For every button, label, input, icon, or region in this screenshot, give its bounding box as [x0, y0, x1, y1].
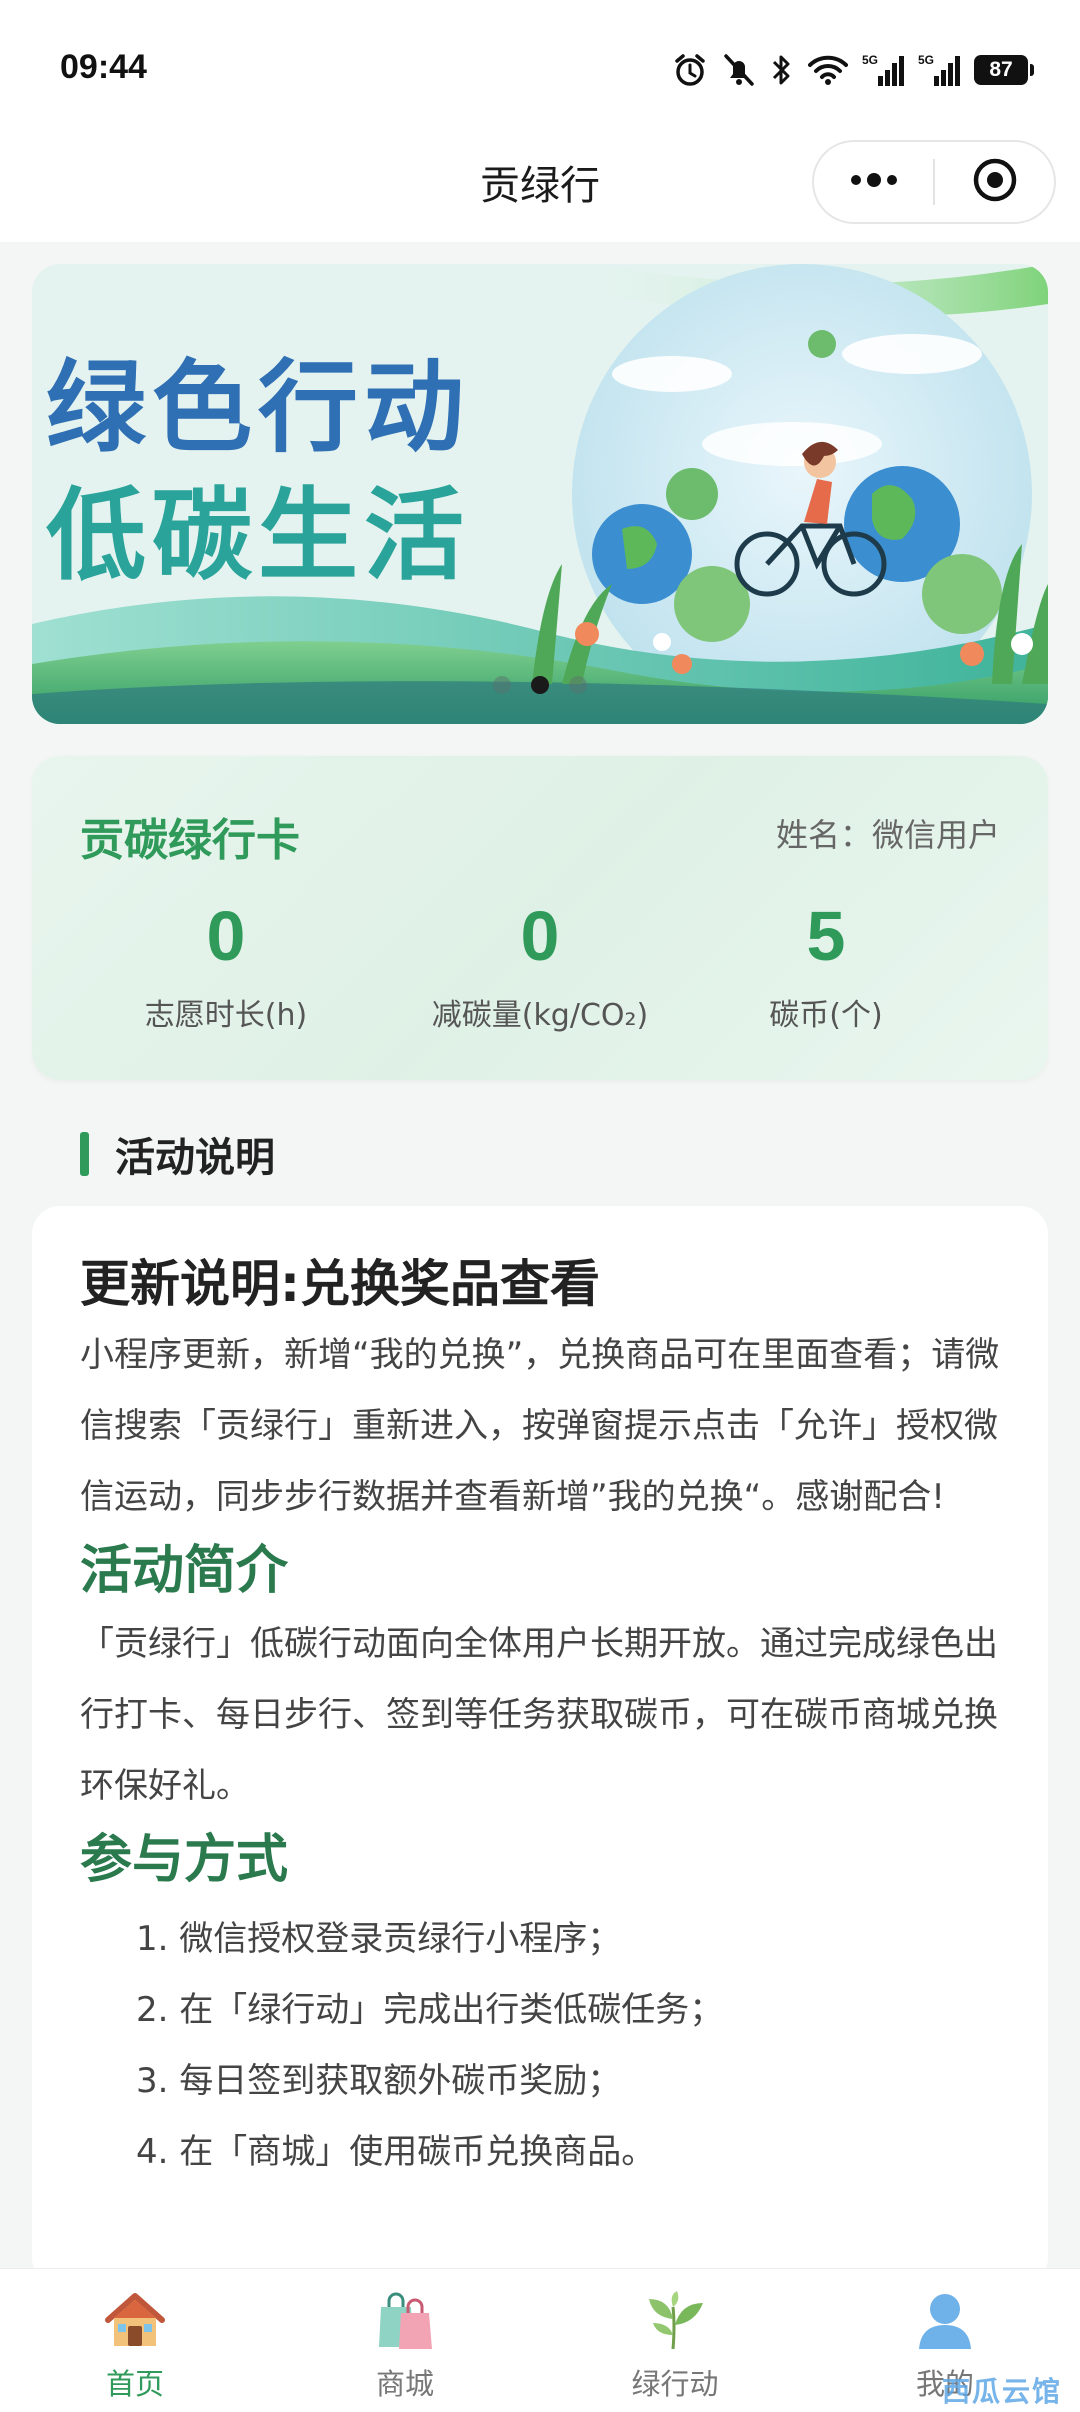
status-icons: 5G 5G 87 [672, 44, 1034, 96]
list-item: 1. 微信授权登录贡绿行小程序； [136, 1919, 622, 1959]
alarm-icon [672, 52, 708, 88]
nav-bar: 贡绿行 [0, 136, 1080, 242]
more-dots-icon [846, 170, 902, 194]
carousel-indicators [32, 676, 1048, 694]
stat-value: 0 [206, 897, 246, 975]
carousel-dot-active[interactable] [531, 676, 549, 694]
5g-signal-icon: 5G [862, 52, 904, 88]
target-circle-icon [971, 156, 1019, 208]
5g-signal-icon: 5G [918, 52, 960, 88]
status-time: 09:44 [60, 48, 147, 86]
stat-label: 碳币(个) [769, 998, 883, 1033]
update-title: 更新说明:兑换奖品查看 [80, 1255, 600, 1313]
tab-label: 商城 [375, 2367, 434, 2401]
wifi-icon [808, 54, 848, 86]
list-item: 3. 每日签到获取额外碳币奖励； [136, 2061, 622, 2101]
carousel-dot[interactable] [569, 676, 587, 694]
close-miniprogram-button[interactable] [935, 142, 1054, 222]
tab-label: 绿行动 [631, 2367, 719, 2401]
list-item: 4. 在「商城」使用碳币兑换商品。 [136, 2132, 656, 2172]
user-icon [912, 2287, 978, 2353]
more-button[interactable] [814, 142, 933, 222]
intro-title: 活动简介 [80, 1541, 289, 1601]
banner-line2: 低碳生活 [46, 477, 470, 594]
home-icon [102, 2287, 168, 2353]
update-text: 小程序更新，新增“我的兑换”，兑换商品可在里面查看；请微信搜索「贡绿行」重新进入… [80, 1335, 1000, 1517]
steps-list: 1. 微信授权登录贡绿行小程序； 2. 在「绿行动」完成出行类低碳任务； 3. … [80, 1904, 1000, 2188]
stat-value: 5 [806, 897, 846, 975]
tab-mall[interactable]: 商城 [270, 2269, 540, 2412]
battery-icon: 87 [974, 55, 1034, 85]
svg-text:5G: 5G [918, 53, 934, 67]
tab-label: 首页 [105, 2367, 164, 2401]
stat-carbon-reduction: 0 减碳量(kg/CO₂) [380, 896, 700, 1034]
intro-text: 「贡绿行」低碳行动面向全体用户长期开放。通过完成绿色出行打卡、每日步行、签到等任… [80, 1624, 998, 1806]
section-title: 活动说明 [115, 1135, 275, 1181]
banner-slogan: 绿色行动 低碳生活 [46, 344, 470, 600]
stat-carbon-coins: 5 碳币(个) [666, 896, 986, 1034]
stat-label: 志愿时长(h) [144, 998, 308, 1033]
watermark: 西瓜云馆 [941, 2375, 1062, 2408]
bluetooth-icon [770, 52, 794, 88]
stat-volunteer-hours: 0 志愿时长(h) [66, 896, 386, 1034]
banner-carousel[interactable]: 绿色行动 低碳生活 [32, 264, 1048, 724]
card-user-name: 姓名：微信用户 [775, 816, 1000, 854]
leaf-icon [642, 2287, 708, 2353]
join-title: 参与方式 [80, 1830, 289, 1890]
tab-bar: 首页 商城 绿行动 我的 [0, 2268, 1080, 2412]
tab-green-action[interactable]: 绿行动 [540, 2269, 810, 2412]
stat-value: 0 [520, 897, 560, 975]
section-accent-bar [80, 1132, 89, 1176]
stat-label: 减碳量(kg/CO₂) [431, 998, 649, 1033]
tab-home[interactable]: 首页 [0, 2269, 270, 2412]
mute-icon [722, 52, 756, 88]
list-item: 2. 在「绿行动」完成出行类低碳任务； [136, 1990, 724, 2030]
svg-text:5G: 5G [862, 53, 878, 67]
carousel-dot[interactable] [493, 676, 511, 694]
banner-line1: 绿色行动 [46, 349, 470, 466]
card-title: 贡碳绿行卡 [80, 815, 300, 866]
activity-description: 更新说明:兑换奖品查看 小程序更新，新增“我的兑换”，兑换商品可在里面查看；请微… [32, 1206, 1048, 2286]
status-bar: 09:44 5G 5G 87 [0, 0, 1080, 136]
miniprogram-capsule [812, 140, 1056, 224]
section-header: 活动说明 [80, 1126, 275, 1182]
shopping-bag-icon [372, 2287, 438, 2353]
carbon-card: 贡碳绿行卡 姓名：微信用户 0 志愿时长(h) 0 减碳量(kg/CO₂) 5 … [32, 756, 1048, 1080]
